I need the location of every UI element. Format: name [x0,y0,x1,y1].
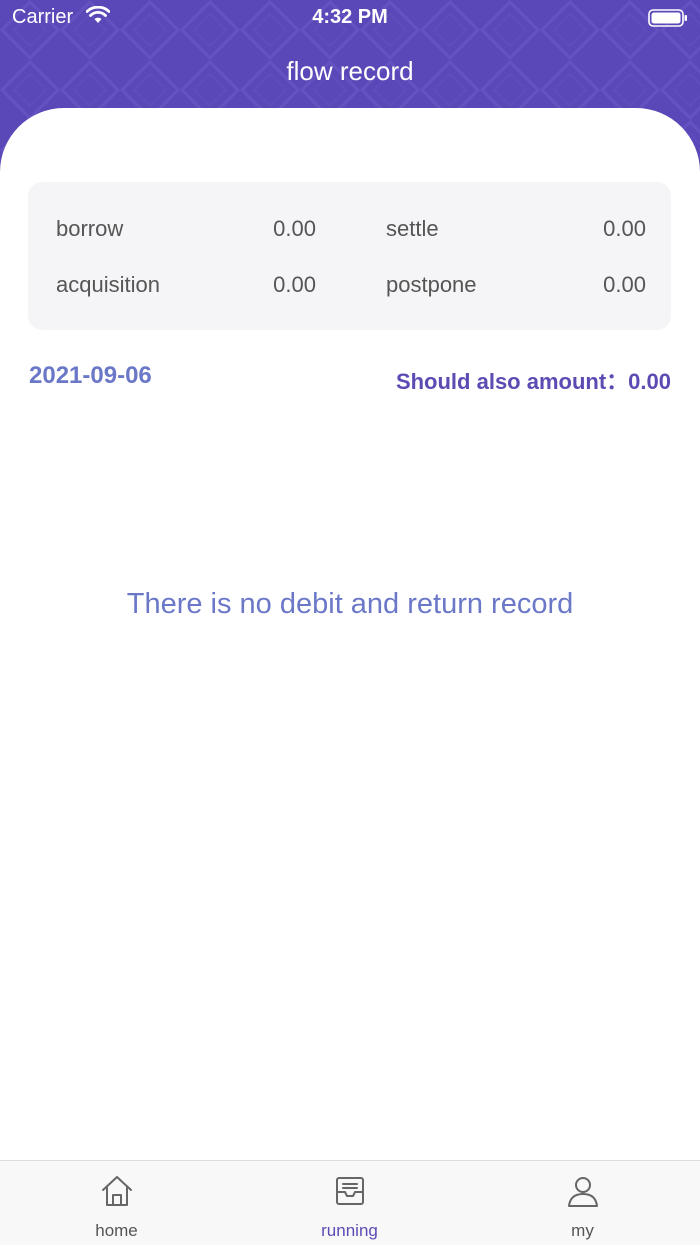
battery-icon [648,9,687,27]
settle-value: 0.00 [603,216,646,241]
tab-home[interactable]: home [0,1161,233,1245]
page-title: flow record [286,56,414,86]
user-icon [567,1177,598,1207]
tab-running[interactable]: running [233,1161,466,1245]
empty-state-message: There is no debit and return record [126,588,574,620]
should-amount: Should also amount：0.00 [396,364,671,396]
inbox-icon [335,1177,364,1205]
summary-card: borrow 0.00 settle 0.00 acquisition 0.00… [28,182,671,330]
acquisition-value: 0.00 [273,272,316,297]
status-time: 4:32 PM [312,6,388,28]
tab-my-label: my [571,1221,594,1240]
acquisition-label: acquisition [56,272,160,297]
tab-bar: home running my [0,1160,700,1245]
postpone-value: 0.00 [603,272,646,297]
tab-home-label: home [95,1221,138,1240]
tab-my[interactable]: my [466,1161,699,1245]
postpone-label: postpone [386,272,477,297]
home-icon [101,1176,132,1206]
settle-label: settle [386,216,439,241]
borrow-value: 0.00 [273,216,316,241]
borrow-label: borrow [56,216,124,241]
should-amount-value: 0.00 [628,369,671,394]
tab-running-label: running [321,1221,378,1240]
status-bar: Carrier 4:32 PM [0,0,700,36]
record-date[interactable]: 2021-09-06 [29,362,152,390]
should-amount-label: Should also amount： [395,369,629,394]
